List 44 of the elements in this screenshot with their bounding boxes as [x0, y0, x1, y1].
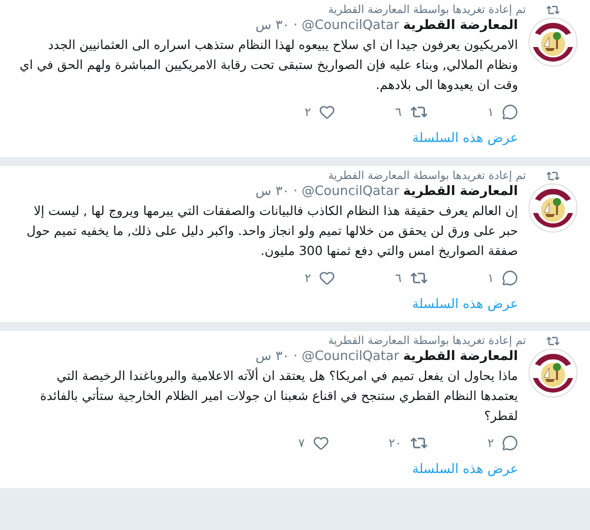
author-handle[interactable]: @CouncilQatar: [302, 182, 400, 200]
author-name[interactable]: المعارضة القطرية: [403, 182, 518, 200]
retweeted-by-label: تم إعادة تغريدها بواسطة المعارضة القطرية: [328, 3, 527, 17]
tweet-text: إن العالم يعرف حقيقة هذا النظام الكاذب فالبيانات والصفقات التي يبرمها ويروج لها , ليست إلا حبر على ورق لن يحقق من خلالها تميم ولو انجاز واحد. واكبر دليل على ذلك, ما يخفيه تميم حول صفقة الصواريخ امس والتي دفع ثمنها 300 مليون.: [26, 202, 518, 260]
heart-icon: [319, 270, 336, 286]
logo-icon: [528, 17, 578, 67]
speech-bubble-icon: [502, 104, 518, 120]
author-name[interactable]: المعارضة القطرية: [403, 348, 518, 366]
author-name[interactable]: المعارضة القطرية: [403, 17, 518, 35]
timestamp[interactable]: ٣٠ س: [255, 348, 290, 366]
show-thread-link[interactable]: عرض هذه السلسلة: [12, 294, 518, 314]
retweeted-by-label: تم إعادة تغريدها بواسطة المعارضة القطرية: [328, 334, 527, 348]
author-handle[interactable]: @CouncilQatar: [302, 17, 400, 35]
tweet-text: الامريكيون يعرفون جيدا ان اي سلاح يبيعوه لهذا النظام ستذهب اسراره الى العثمانيين الجدد ونظام الملالي, وبناء عليه فإن الصواريخ ستبقى تحت رقابة الامريكيين المباشرة ولهم الحق في اي وقت ان يعيدوها الى بلادهم.: [18, 36, 518, 94]
tweet-card[interactable]: [0, 166, 590, 322]
speech-bubble-icon: [502, 435, 518, 451]
logo-icon: [528, 348, 578, 398]
retweeted-by-label: تم إعادة تغريدها بواسطة المعارضة القطرية: [328, 168, 527, 182]
logo-icon: [528, 182, 578, 232]
separator: ·: [293, 182, 298, 200]
timestamp[interactable]: ٣٠ س: [255, 182, 290, 200]
heart-icon: [319, 104, 336, 120]
like-button[interactable]: ٢: [304, 268, 336, 286]
speech-bubble-icon: [502, 270, 518, 286]
show-thread-link[interactable]: عرض هذه السلسلة: [12, 129, 518, 148]
tweet-text: ماذا يحاول ان يفعل تميم في امريكا؟ هل يعتقد ان ألآته الاعلامية والبروباغندا الرخيصة التي يعتمدها النظام القطري ستنجح في اقناع شعبنا ان جولات امير الظلام الخارجية ستأتي بالفائدة لقطر؟: [39, 366, 518, 425]
show-thread-link[interactable]: عرض هذه السلسلة: [12, 460, 518, 480]
retweet-button[interactable]: ٢٠: [388, 434, 428, 452]
tweet-card[interactable]: [0, 0, 590, 156]
timestamp[interactable]: ٣٠ س: [255, 17, 290, 35]
separator: ·: [293, 17, 298, 35]
retweet-button[interactable]: ٦: [395, 268, 428, 286]
reply-button[interactable]: ١: [488, 268, 518, 286]
like-button[interactable]: ٢: [304, 103, 336, 121]
retweet-icon: [546, 3, 560, 17]
separator: ·: [293, 348, 298, 366]
reply-button[interactable]: ٢: [488, 434, 518, 452]
retweet-icon: [546, 334, 560, 348]
author-handle[interactable]: @CouncilQatar: [302, 348, 400, 366]
like-button[interactable]: ٧: [298, 434, 329, 452]
tweet-card[interactable]: [0, 331, 590, 488]
heart-icon: [312, 435, 329, 451]
retweet-button[interactable]: ٦: [395, 103, 428, 121]
reply-button[interactable]: ١: [488, 103, 518, 121]
